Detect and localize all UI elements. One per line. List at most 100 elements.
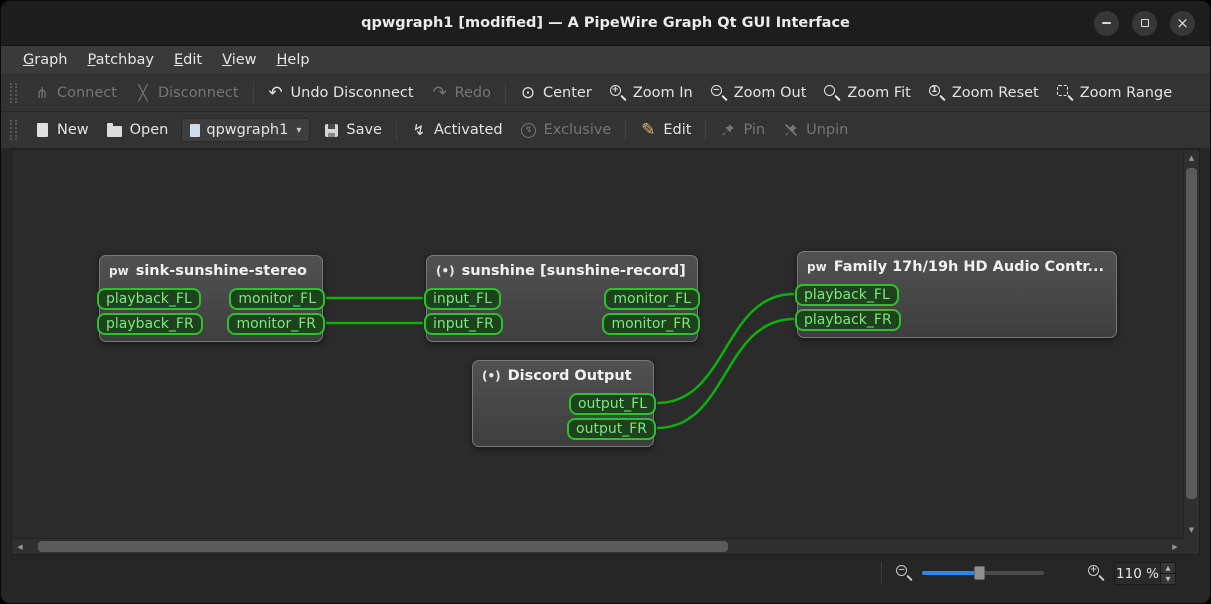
graph-canvas[interactable]: pw sink-sunshine-stereo playback_FL play… xyxy=(12,150,1183,538)
zoom-in-icon: + xyxy=(609,85,626,101)
scroll-right-button[interactable]: ▶ xyxy=(1167,539,1183,554)
new-button[interactable]: New xyxy=(25,116,98,144)
port-monitor-fl[interactable]: monitor_FL xyxy=(604,288,700,310)
titlebar[interactable]: qpwgraph1 [modified] — A PipeWire Graph … xyxy=(1,1,1210,46)
zoom-in-button[interactable]: + Zoom In xyxy=(601,79,702,107)
zoom-fit-icon xyxy=(824,85,840,101)
horizontal-scroll-track[interactable] xyxy=(28,539,1167,554)
scrollbar-corner xyxy=(1183,538,1199,554)
zoom-slider-fill xyxy=(922,571,978,575)
window-title: qpwgraph1 [modified] — A PipeWire Graph … xyxy=(361,15,850,31)
undo-disconnect-button[interactable]: ↶ Undo Disconnect xyxy=(259,79,423,107)
scroll-up-button[interactable]: ▲ xyxy=(1184,150,1199,166)
zoom-in-small-icon[interactable]: + xyxy=(1088,565,1104,581)
zoom-slider[interactable] xyxy=(922,562,1044,584)
port-monitor-fl[interactable]: monitor_FL xyxy=(229,288,325,310)
activated-button[interactable]: ↯ Activated xyxy=(402,116,512,144)
menu-patchbay[interactable]: Patchbay xyxy=(78,46,165,74)
toolbar-separator xyxy=(705,119,707,141)
stream-icon: (•) xyxy=(482,369,501,383)
exclusive-button[interactable]: ↯ Exclusive xyxy=(512,116,621,144)
port-input-fl[interactable]: input_FL xyxy=(424,288,501,310)
arrow-left-icon: ◀ xyxy=(17,542,23,551)
horizontal-scroll-thumb[interactable] xyxy=(38,541,728,552)
port-monitor-fr[interactable]: monitor_FR xyxy=(602,313,700,335)
minimize-button[interactable] xyxy=(1094,10,1119,36)
toolbar-grip[interactable] xyxy=(10,120,17,140)
session-combo[interactable]: qpwgraph1 ▾ xyxy=(181,118,311,142)
port-playback-fr[interactable]: playback_FR xyxy=(97,313,203,335)
arrow-right-icon: ▶ xyxy=(1172,542,1178,551)
toolbar-separator xyxy=(252,82,254,104)
zoom-value: 110 % xyxy=(1116,565,1159,582)
vertical-scroll-thumb[interactable] xyxy=(1186,168,1197,500)
disconnect-icon: ╳ xyxy=(138,83,148,102)
graph-canvas-area: pw sink-sunshine-stereo playback_FL play… xyxy=(11,149,1200,555)
menu-graph[interactable]: Graph xyxy=(13,46,78,74)
zoom-reset-button[interactable]: 1 Zoom Reset xyxy=(920,79,1048,107)
connect-button[interactable]: ⋔ Connect xyxy=(25,79,126,107)
center-icon: ⊙ xyxy=(520,82,536,103)
window-controls: × xyxy=(1094,1,1195,45)
redo-icon: ↷ xyxy=(432,82,447,103)
toolbar-graph: ⋔ Connect ╳ Disconnect ↶ Undo Disconnect… xyxy=(1,75,1210,112)
node-sunshine-record[interactable]: (•) sunshine [sunshine-record] input_FL … xyxy=(424,255,700,342)
menu-help[interactable]: Help xyxy=(267,46,320,74)
port-monitor-fr[interactable]: monitor_FR xyxy=(227,313,325,335)
zoom-out-button[interactable]: − Zoom Out xyxy=(702,79,816,107)
spin-up-button[interactable]: ▲ xyxy=(1161,563,1175,574)
zoom-range-button[interactable]: Zoom Range xyxy=(1048,79,1181,107)
session-file-icon xyxy=(190,123,201,137)
port-playback-fl[interactable]: playback_FL xyxy=(97,288,201,310)
menu-view[interactable]: View xyxy=(212,46,266,74)
spin-down-button[interactable]: ▼ xyxy=(1161,574,1175,584)
zoom-spinbox[interactable]: 110 % ▲ ▼ xyxy=(1114,562,1176,585)
port-playback-fl[interactable]: playback_FL xyxy=(795,284,899,306)
node-sink-sunshine-stereo[interactable]: pw sink-sunshine-stereo playback_FL play… xyxy=(97,255,325,342)
node-discord-output[interactable]: (•) Discord Output output_FL output_FR xyxy=(472,360,656,447)
zoom-slider-handle[interactable] xyxy=(974,566,985,580)
exclusive-icon: ↯ xyxy=(521,122,537,138)
save-button[interactable]: Save xyxy=(314,116,391,144)
vertical-scrollbar[interactable]: ▲ ▼ xyxy=(1183,150,1199,538)
session-combo-value: qpwgraph1 xyxy=(206,122,289,138)
edit-button[interactable]: ✎ Edit xyxy=(631,116,700,144)
maximize-button[interactable] xyxy=(1132,10,1157,36)
port-playback-fr[interactable]: playback_FR xyxy=(795,309,901,331)
pin-button[interactable]: Pin xyxy=(711,116,774,144)
open-button[interactable]: Open xyxy=(98,116,178,144)
port-output-fl[interactable]: output_FL xyxy=(568,393,656,415)
zoom-out-small-icon[interactable]: − xyxy=(896,565,912,581)
scroll-left-button[interactable]: ◀ xyxy=(12,539,28,554)
port-input-fr[interactable]: input_FR xyxy=(424,313,503,335)
toolbar-grip[interactable] xyxy=(10,83,17,103)
unpin-button[interactable]: Unpin xyxy=(774,116,857,144)
node-title: sunshine [sunshine-record] xyxy=(461,263,686,279)
arrow-down-icon: ▼ xyxy=(1188,526,1195,534)
open-folder-icon xyxy=(107,123,123,137)
horizontal-scrollbar[interactable]: ◀ ▶ xyxy=(12,538,1183,554)
node-family-hd-audio[interactable]: pw Family 17h/19h HD Audio Contr... play… xyxy=(795,251,1117,338)
statusbar: − + 110 % ▲ ▼ xyxy=(1,555,1210,603)
scroll-down-button[interactable]: ▼ xyxy=(1184,522,1199,538)
connection-wires xyxy=(326,292,795,430)
disconnect-button[interactable]: ╳ Disconnect xyxy=(126,79,248,107)
activated-icon: ↯ xyxy=(412,120,426,139)
close-button[interactable]: × xyxy=(1170,10,1195,36)
center-button[interactable]: ⊙ Center xyxy=(511,79,601,107)
menu-edit[interactable]: Edit xyxy=(164,46,212,74)
new-file-icon xyxy=(36,123,48,137)
zoom-reset-icon: 1 xyxy=(928,85,945,101)
statusbar-separator xyxy=(881,562,882,584)
node-title: Discord Output xyxy=(507,368,632,384)
close-icon: × xyxy=(1176,13,1189,32)
menubar: Graph Patchbay Edit View Help xyxy=(1,46,1210,75)
zoom-fit-button[interactable]: Zoom Fit xyxy=(815,79,919,107)
redo-button[interactable]: ↷ Redo xyxy=(423,79,500,107)
port-output-fr[interactable]: output_FR xyxy=(567,418,656,440)
toolbar-file: New Open qpwgraph1 ▾ Save ↯ Activated ↯ … xyxy=(1,112,1210,149)
vertical-scroll-track[interactable] xyxy=(1184,166,1199,522)
toolbar-separator xyxy=(505,82,506,104)
maximize-icon xyxy=(1140,19,1149,27)
edit-pencil-icon: ✎ xyxy=(641,119,656,140)
